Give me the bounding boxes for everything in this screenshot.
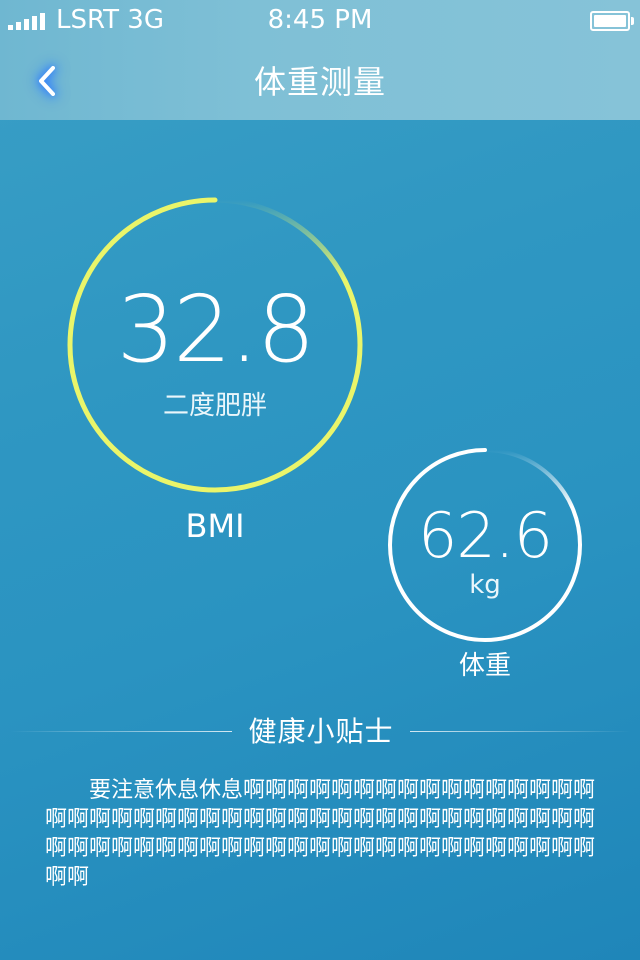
status-bar: LSRT 3G 8:45 PM [0,0,640,40]
bmi-label: BMI [185,507,245,545]
bmi-status: 二度肥胖 [162,391,267,421]
tips-divider-right [410,731,630,732]
tips-divider-left [10,731,232,732]
weight-unit: kg [469,570,501,600]
bmi-value: 32.8 [116,276,316,383]
status-time: 8:45 PM [267,5,373,35]
tips-body: 要注意休息休息啊啊啊啊啊啊啊啊啊啊啊啊啊啊啊啊啊啊啊啊啊啊啊啊啊啊啊啊啊啊啊啊啊… [45,778,596,890]
battery-full-icon [590,11,634,31]
page-title: 体重测量 [253,63,386,101]
weight-value: 62.6 [417,499,553,572]
weight-label: 体重 [458,651,511,681]
tips-title: 健康小贴士 [248,715,394,748]
